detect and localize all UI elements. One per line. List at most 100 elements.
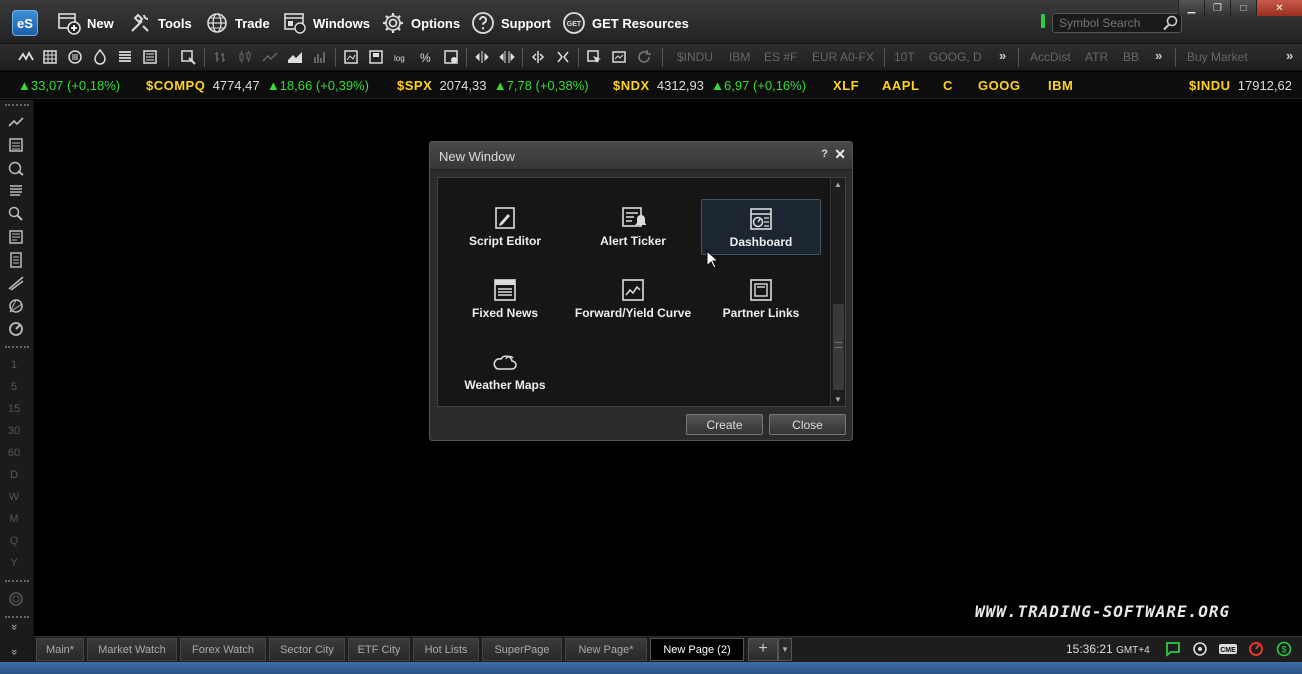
- interval-button[interactable]: D: [0, 469, 28, 481]
- window-close-button[interactable]: ✕: [1256, 0, 1302, 16]
- add-page-button[interactable]: +: [748, 638, 778, 661]
- esignal-logo[interactable]: eS: [12, 10, 38, 36]
- zoom-in-icon[interactable]: [499, 49, 515, 65]
- tab-menu-chevron-down-icon[interactable]: ▼: [778, 638, 792, 661]
- interval-button[interactable]: 15: [0, 403, 28, 415]
- symbol-shortcut[interactable]: ES #F: [764, 50, 797, 64]
- save-template-icon[interactable]: [368, 49, 384, 65]
- chat-icon[interactable]: [1165, 641, 1181, 657]
- account-status-icon[interactable]: $: [1276, 641, 1292, 657]
- dialog-close-button[interactable]: ✕: [834, 146, 846, 163]
- log-scale-icon[interactable]: log: [393, 49, 409, 65]
- restore-down-button[interactable]: ❐: [1204, 0, 1230, 16]
- alerts-icon[interactable]: [8, 160, 24, 176]
- link-icon[interactable]: [180, 49, 196, 65]
- percent-scale-icon[interactable]: %: [418, 49, 434, 65]
- data-connection-icon[interactable]: [1192, 641, 1208, 657]
- ticker-symbol[interactable]: IBM: [1048, 78, 1073, 93]
- search-icon[interactable]: [1162, 14, 1180, 32]
- symbol-shortcut[interactable]: EUR A0-FX: [812, 50, 874, 64]
- quote-sheet-icon[interactable]: [42, 49, 58, 65]
- scroll-up-arrow-icon[interactable]: ▲: [834, 180, 842, 189]
- scanner-icon[interactable]: [8, 206, 24, 222]
- menu-support[interactable]: Support: [471, 10, 551, 36]
- interval-options-icon[interactable]: [8, 591, 24, 607]
- interval-button[interactable]: 30: [0, 425, 28, 437]
- trade-shortcut[interactable]: Buy Market: [1187, 50, 1248, 64]
- study-shortcut[interactable]: AccDist: [1030, 50, 1071, 64]
- line-chart-type-icon[interactable]: [262, 49, 278, 65]
- help-button[interactable]: ?: [821, 148, 828, 160]
- market-depth-icon[interactable]: [67, 49, 83, 65]
- histogram-type-icon[interactable]: [312, 49, 328, 65]
- gann-fan-icon[interactable]: [8, 298, 24, 314]
- more-studies-button[interactable]: »: [1155, 48, 1162, 63]
- tile-alert-ticker[interactable]: Alert Ticker: [573, 199, 693, 255]
- menu-windows[interactable]: Windows: [283, 10, 370, 36]
- minimize-button[interactable]: ▁: [1178, 0, 1204, 16]
- close-button[interactable]: Close: [769, 414, 846, 435]
- candle-chart-type-icon[interactable]: [237, 49, 253, 65]
- more-symbols-button[interactable]: »: [999, 48, 1006, 63]
- tile-script-editor[interactable]: Script Editor: [445, 199, 565, 255]
- menu-tools[interactable]: Tools: [128, 10, 192, 36]
- create-button[interactable]: Create: [686, 414, 763, 435]
- refresh-icon[interactable]: [636, 49, 652, 65]
- tab-new-page-2[interactable]: New Page (2): [650, 638, 744, 661]
- snapshot-icon[interactable]: [611, 49, 627, 65]
- more-trade-button[interactable]: »: [1286, 48, 1293, 63]
- tile-partner-links[interactable]: Partner Links: [701, 271, 821, 327]
- chart-scale-icon[interactable]: [343, 49, 359, 65]
- interval-button[interactable]: 1: [0, 359, 28, 371]
- menu-trade[interactable]: Trade: [205, 10, 270, 36]
- ticker-symbol[interactable]: XLF: [833, 78, 859, 93]
- ticker-symbol[interactable]: C: [943, 78, 953, 93]
- tab-hot-lists[interactable]: Hot Lists: [413, 638, 479, 661]
- notes-icon[interactable]: [8, 137, 24, 153]
- area-chart-type-icon[interactable]: [287, 49, 303, 65]
- cme-icon[interactable]: CME: [1218, 641, 1238, 657]
- menu-new[interactable]: New: [57, 10, 114, 36]
- drawing-tools-icon[interactable]: [8, 114, 24, 130]
- tile-fixed-news[interactable]: Fixed News: [445, 271, 565, 327]
- symbol-shortcut[interactable]: GOOG, D: [929, 50, 982, 64]
- time-sales-icon[interactable]: [117, 49, 133, 65]
- bar-chart-type-icon[interactable]: [212, 49, 228, 65]
- broker-status-icon[interactable]: [1248, 641, 1264, 657]
- tab-main[interactable]: Main*: [36, 638, 84, 661]
- tab-forex-watch[interactable]: Forex Watch: [180, 638, 266, 661]
- interval-button[interactable]: 60: [0, 447, 28, 459]
- sidebar-collapse-button[interactable]: »: [8, 613, 20, 641]
- chart-icon[interactable]: [18, 49, 34, 65]
- dialog-title-bar[interactable]: New Window ? ✕: [430, 142, 852, 170]
- ticker-item[interactable]: $INDU 17912,62: [1189, 78, 1292, 93]
- tile-dashboard[interactable]: Dashboard: [701, 199, 821, 255]
- ticker-symbol[interactable]: AAPL: [882, 78, 919, 93]
- interval-button[interactable]: M: [0, 513, 28, 525]
- symbol-shortcut[interactable]: 10T: [894, 50, 915, 64]
- hot-list-icon[interactable]: [92, 49, 108, 65]
- menu-get-resources[interactable]: GET GET Resources: [562, 10, 689, 36]
- list-icon[interactable]: [8, 183, 24, 199]
- study-shortcut[interactable]: BB: [1123, 50, 1139, 64]
- report-icon[interactable]: [8, 229, 24, 245]
- symbol-shortcut[interactable]: $INDU: [677, 50, 713, 64]
- ticker-item[interactable]: $NDX 4312,93 ▲6,97 (+0,16%): [613, 78, 806, 93]
- symbol-shortcut[interactable]: IBM: [729, 50, 750, 64]
- study-shortcut[interactable]: ATR: [1085, 50, 1108, 64]
- zoom-out-icon[interactable]: [474, 49, 490, 65]
- interval-button[interactable]: Y: [0, 557, 28, 569]
- cursor-tool-icon[interactable]: [586, 49, 602, 65]
- watchlist-icon[interactable]: [142, 49, 158, 65]
- page-icon[interactable]: [8, 252, 24, 268]
- tab-etf-city[interactable]: ETF City: [348, 638, 410, 661]
- scroll-left-right-icon[interactable]: [530, 49, 546, 65]
- interval-button[interactable]: 5: [0, 381, 28, 393]
- ticker-item[interactable]: ▲33,07 (+0,18%): [18, 78, 120, 93]
- interval-button[interactable]: W: [0, 491, 28, 503]
- properties-icon[interactable]: [443, 49, 459, 65]
- tab-superpage[interactable]: SuperPage: [482, 638, 562, 661]
- ticker-item[interactable]: $COMPQ 4774,47 ▲18,66 (+0,39%): [146, 78, 369, 93]
- tab-sector-city[interactable]: Sector City: [269, 638, 345, 661]
- tab-market-watch[interactable]: Market Watch: [87, 638, 177, 661]
